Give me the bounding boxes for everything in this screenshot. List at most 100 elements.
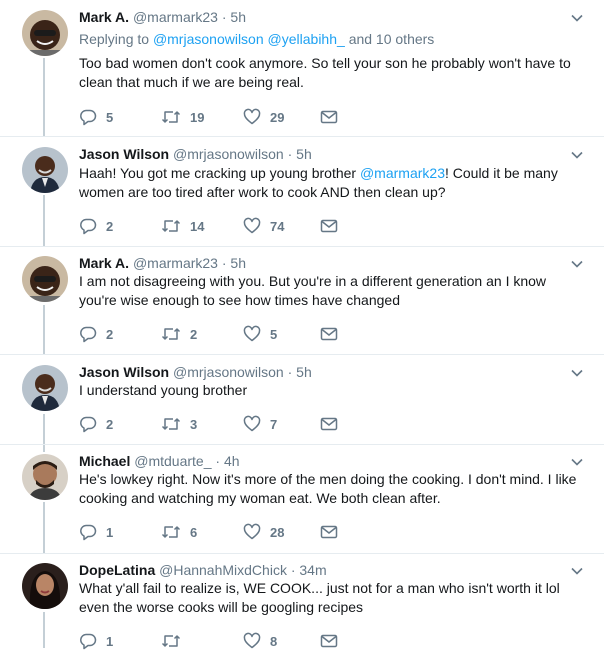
direct-message-button[interactable] <box>320 522 338 542</box>
reply-button[interactable]: 2 <box>79 324 113 344</box>
tweet[interactable]: Mark A. @marmark23 · 5h I am not disagre… <box>0 253 604 353</box>
retweet-button[interactable]: 19 <box>161 107 204 127</box>
timestamp[interactable]: · 4h <box>215 453 239 469</box>
replying-to-label: Replying to <box>79 31 150 47</box>
timestamp[interactable]: · 34m <box>291 562 327 578</box>
avatar[interactable] <box>22 365 68 411</box>
display-name[interactable]: Mark A. <box>79 255 129 271</box>
like-button[interactable]: 28 <box>243 522 284 542</box>
tweet[interactable]: Mark A. @marmark23 · 5h Replying to @mrj… <box>0 7 604 135</box>
reply-button[interactable]: 2 <box>79 414 113 434</box>
retweet-button[interactable]: 3 <box>161 414 197 434</box>
retweet-icon <box>161 418 181 430</box>
chevron-down-icon[interactable] <box>570 148 584 162</box>
reply-button[interactable]: 1 <box>79 631 113 651</box>
like-button[interactable]: 8 <box>243 631 277 651</box>
tweet-text: I am not disagreeing with you. But you'r… <box>79 272 589 310</box>
direct-message-button[interactable] <box>320 324 338 344</box>
like-button[interactable]: 7 <box>243 414 277 434</box>
reply-count: 1 <box>106 524 114 540</box>
divider <box>0 246 604 247</box>
mention-link[interactable]: @mrjasonowilson <box>153 31 264 47</box>
reply-count: 5 <box>106 109 114 125</box>
heart-icon <box>243 523 261 540</box>
direct-message-button[interactable] <box>320 414 338 434</box>
avatar[interactable] <box>22 10 68 56</box>
reply-count: 2 <box>106 416 114 432</box>
tweet-text-line: clean that much if we are being real. <box>79 74 304 90</box>
tweet[interactable]: Jason Wilson @mrjasonowilson · 5h Haah! … <box>0 144 604 246</box>
tweet-text-line: cooking and watching my woman eat. We bo… <box>79 490 441 506</box>
user-handle[interactable]: @mrjasonowilson <box>173 146 284 162</box>
tweet[interactable]: DopeLatina @HannahMixdChick · 34m What y… <box>0 560 604 651</box>
envelope-icon <box>320 525 338 539</box>
retweet-icon <box>161 526 181 538</box>
tweet-text: He's lowkey right. Now it's more of the … <box>79 470 589 508</box>
chevron-down-icon[interactable] <box>570 11 584 25</box>
heart-icon <box>243 325 261 342</box>
tweet-actions: 2 3 7 <box>79 414 379 434</box>
timestamp[interactable]: · 5h <box>288 146 312 162</box>
reply-button[interactable]: 2 <box>79 216 113 236</box>
retweet-count: 19 <box>190 109 205 125</box>
like-button[interactable]: 5 <box>243 324 277 344</box>
display-name[interactable]: Jason Wilson <box>79 364 169 380</box>
reply-icon <box>80 109 97 126</box>
display-name[interactable]: DopeLatina <box>79 562 155 578</box>
retweet-icon <box>161 635 181 647</box>
divider <box>0 136 604 137</box>
reply-icon <box>80 326 97 343</box>
avatar[interactable] <box>22 147 68 193</box>
envelope-icon <box>320 417 338 431</box>
chevron-down-icon[interactable] <box>570 366 584 380</box>
timestamp[interactable]: · 5h <box>288 364 312 380</box>
tweet[interactable]: Michael @mtduarte_ · 4h He's lowkey righ… <box>0 451 604 553</box>
tweet-header: Jason Wilson @mrjasonowilson · 5h <box>79 144 312 164</box>
tweet-text-line: you're wise enough to see how times have… <box>79 292 400 308</box>
others-link[interactable]: and 10 others <box>349 31 435 47</box>
like-count: 8 <box>270 633 278 649</box>
user-handle[interactable]: @marmark23 <box>133 9 218 25</box>
direct-message-button[interactable] <box>320 631 338 651</box>
replying-to: Replying to @mrjasonowilson @yellabihh_ … <box>79 30 434 48</box>
retweet-icon <box>161 328 181 340</box>
mention-link[interactable]: @yellabihh_ <box>268 31 345 47</box>
direct-message-button[interactable] <box>320 216 338 236</box>
retweet-button[interactable] <box>161 631 190 651</box>
chevron-down-icon[interactable] <box>570 455 584 469</box>
direct-message-button[interactable] <box>320 107 338 127</box>
divider <box>0 444 604 445</box>
user-handle[interactable]: @marmark23 <box>133 255 218 271</box>
retweet-button[interactable]: 14 <box>161 216 204 236</box>
user-handle[interactable]: @mtduarte_ <box>134 453 211 469</box>
tweet-header: DopeLatina @HannahMixdChick · 34m <box>79 560 327 580</box>
chevron-down-icon[interactable] <box>570 257 584 271</box>
tweet-text: Too bad women don't cook anymore. So tel… <box>79 54 589 92</box>
timestamp[interactable]: · 5h <box>222 255 246 271</box>
display-name[interactable]: Jason Wilson <box>79 146 169 162</box>
tweet-text-line: Too bad women don't cook anymore. So tel… <box>79 55 571 71</box>
mention-link[interactable]: @marmark23 <box>360 165 445 181</box>
heart-icon <box>243 632 261 649</box>
avatar[interactable] <box>22 256 68 302</box>
avatar[interactable] <box>22 563 68 609</box>
like-button[interactable]: 29 <box>243 107 284 127</box>
retweet-button[interactable]: 6 <box>161 522 197 542</box>
display-name[interactable]: Mark A. <box>79 9 129 25</box>
tweet-actions: 1 6 28 <box>79 522 379 542</box>
avatar[interactable] <box>22 454 68 500</box>
tweet[interactable]: Jason Wilson @mrjasonowilson · 5h I unde… <box>0 362 604 444</box>
reply-button[interactable]: 1 <box>79 522 113 542</box>
display-name[interactable]: Michael <box>79 453 130 469</box>
like-button[interactable]: 74 <box>243 216 284 236</box>
user-handle[interactable]: @HannahMixdChick <box>159 562 287 578</box>
chevron-down-icon[interactable] <box>570 564 584 578</box>
retweet-count: 3 <box>190 416 198 432</box>
tweet-text-line: even the worse cooks will be googling re… <box>79 599 364 615</box>
reply-button[interactable]: 5 <box>79 107 113 127</box>
user-handle[interactable]: @mrjasonowilson <box>173 364 284 380</box>
retweet-button[interactable]: 2 <box>161 324 197 344</box>
timestamp[interactable]: · 5h <box>222 9 246 25</box>
reply-count: 2 <box>106 326 114 342</box>
tweet-actions: 5 19 29 <box>79 107 379 127</box>
